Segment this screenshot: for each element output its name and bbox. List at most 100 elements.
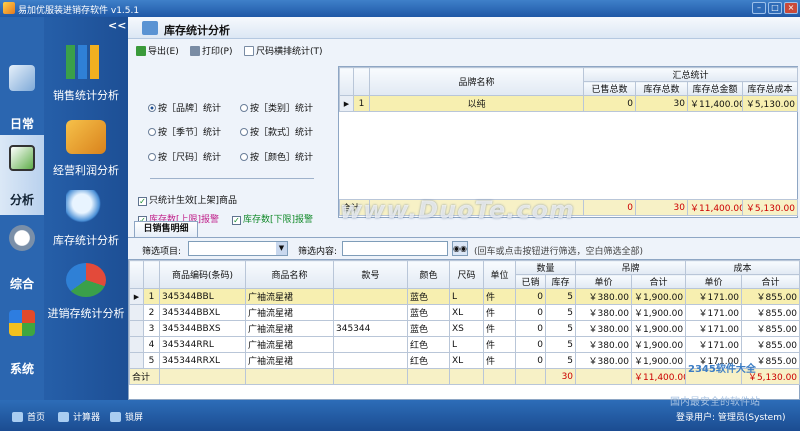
- tag-total-cell[interactable]: ￥1,900.00: [631, 288, 687, 305]
- filter-content-input[interactable]: [342, 241, 448, 256]
- col-cost-total[interactable]: 合计: [741, 274, 800, 289]
- amount-cell[interactable]: ￥11,400.00: [687, 95, 743, 112]
- size-horizontal-stats-button[interactable]: 尺码横排统计(T): [244, 44, 323, 57]
- sold-cell[interactable]: 0: [515, 304, 546, 321]
- tag-unit-cell[interactable]: ￥380.00: [575, 288, 633, 305]
- cost-unit-cell[interactable]: ￥171.00: [685, 336, 743, 353]
- menu-sales-analysis[interactable]: 销售统计分析: [44, 37, 128, 117]
- brand-cell[interactable]: 以纯: [369, 95, 584, 112]
- style-cell[interactable]: [333, 304, 408, 321]
- cost-total-cell[interactable]: ￥855.00: [741, 320, 800, 337]
- size-cell[interactable]: L: [449, 336, 484, 353]
- radio-by-style[interactable]: 按［款式］统计: [240, 125, 313, 138]
- collapse-sidebar-button[interactable]: <<: [108, 19, 126, 33]
- col-tag-total[interactable]: 合计: [631, 274, 687, 289]
- col-stock-amount[interactable]: 库存总金额: [687, 81, 743, 96]
- size-cell[interactable]: L: [449, 288, 484, 305]
- col-style[interactable]: 款号: [333, 260, 408, 289]
- cost-cell[interactable]: ￥5,130.00: [741, 95, 799, 112]
- code-cell[interactable]: 345344RRXL: [159, 352, 246, 369]
- code-cell[interactable]: 345344BBXL: [159, 304, 246, 321]
- table-row[interactable]: ▶ 1 345344BBL 广袖流星裙 蓝色 L 件 0 5 ￥380.00 ￥1,900.00 ￥1…: [129, 288, 800, 305]
- col-cost-unit[interactable]: 单价: [685, 274, 743, 289]
- nav-tab-daily[interactable]: 日常: [0, 55, 44, 135]
- code-cell[interactable]: 345344RRL: [159, 336, 246, 353]
- stock-cell[interactable]: 5: [544, 320, 577, 337]
- tag-total-cell[interactable]: ￥1,900.00: [631, 352, 687, 369]
- col-brand[interactable]: 品牌名称: [369, 67, 584, 96]
- lower-limit-alert-checkbox[interactable]: ✓ 库存数[下限]报警: [232, 212, 313, 225]
- chevron-down-icon[interactable]: ▼: [276, 242, 287, 255]
- unit-cell[interactable]: 件: [483, 336, 516, 353]
- table-row[interactable]: 2 345344BBXL 广袖流星裙 蓝色 XL 件 0 5 ￥380.00 ￥1,900.00 ￥…: [129, 304, 800, 321]
- only-on-shelf-checkbox[interactable]: ✓ 只统计生效[上架]商品: [138, 193, 237, 206]
- stock-cell[interactable]: 5: [544, 304, 577, 321]
- radio-by-brand[interactable]: 按［品牌］统计: [148, 101, 221, 114]
- code-cell[interactable]: 345344BBXS: [159, 320, 246, 337]
- filter-search-button[interactable]: ◉◉: [452, 241, 468, 256]
- unit-cell[interactable]: 件: [483, 288, 516, 305]
- color-cell[interactable]: 红色: [407, 352, 450, 369]
- color-cell[interactable]: 蓝色: [407, 288, 450, 305]
- tag-total-cell[interactable]: ￥1,900.00: [631, 320, 687, 337]
- col-code[interactable]: 商品编码(条码): [159, 260, 246, 289]
- col-sold[interactable]: 已销: [515, 274, 546, 289]
- style-cell[interactable]: [333, 352, 408, 369]
- tag-unit-cell[interactable]: ￥380.00: [575, 304, 633, 321]
- tag-unit-cell[interactable]: ￥380.00: [575, 336, 633, 353]
- style-cell[interactable]: 345344: [333, 320, 408, 337]
- col-color[interactable]: 颜色: [407, 260, 450, 289]
- color-cell[interactable]: 蓝色: [407, 304, 450, 321]
- table-row[interactable]: 4 345344RRL 广袖流星裙 红色 L 件 0 5 ￥380.00 ￥1,900.00 ￥17…: [129, 336, 800, 353]
- unit-cell[interactable]: 件: [483, 352, 516, 369]
- tab-daily-sales-detail[interactable]: 日销售明细: [134, 221, 198, 237]
- size-cell[interactable]: XL: [449, 352, 484, 369]
- radio-by-season[interactable]: 按［季节］统计: [148, 125, 221, 138]
- filter-item-select[interactable]: ▼: [188, 241, 288, 256]
- col-stock-total[interactable]: 库存总数: [635, 81, 688, 96]
- tag-unit-cell[interactable]: ￥380.00: [575, 352, 633, 369]
- sold-cell[interactable]: 0: [515, 288, 546, 305]
- sold-cell[interactable]: 0: [583, 95, 636, 112]
- unit-cell[interactable]: 件: [483, 320, 516, 337]
- unit-cell[interactable]: 件: [483, 304, 516, 321]
- menu-stock-analysis[interactable]: 库存统计分析: [44, 182, 128, 262]
- sold-cell[interactable]: 0: [515, 320, 546, 337]
- col-tag-unit[interactable]: 单价: [575, 274, 633, 289]
- nav-tab-general[interactable]: 综合: [0, 215, 44, 295]
- nav-tab-system[interactable]: 系统: [0, 300, 44, 380]
- sold-cell[interactable]: 0: [515, 336, 546, 353]
- col-sold-total[interactable]: 已售总数: [583, 81, 636, 96]
- minimize-button[interactable]: –: [752, 2, 766, 14]
- radio-by-size[interactable]: 按［尺码］统计: [148, 150, 221, 163]
- menu-inventory-flow-analysis[interactable]: 进销存统计分析: [44, 255, 128, 335]
- col-stock[interactable]: 库存: [544, 274, 577, 289]
- size-cell[interactable]: XS: [449, 320, 484, 337]
- col-unit[interactable]: 单位: [483, 260, 516, 289]
- close-button[interactable]: ×: [784, 2, 798, 14]
- cost-total-cell[interactable]: ￥855.00: [741, 304, 800, 321]
- home-button[interactable]: 首页: [12, 410, 45, 423]
- print-button[interactable]: 打印(P): [190, 44, 232, 57]
- name-cell[interactable]: 广袖流星裙: [245, 320, 334, 337]
- maximize-button[interactable]: □: [768, 2, 782, 14]
- name-cell[interactable]: 广袖流星裙: [245, 288, 334, 305]
- tag-total-cell[interactable]: ￥1,900.00: [631, 304, 687, 321]
- radio-by-category[interactable]: 按［类别］统计: [240, 101, 313, 114]
- code-cell[interactable]: 345344BBL: [159, 288, 246, 305]
- cost-total-cell[interactable]: ￥855.00: [741, 336, 800, 353]
- name-cell[interactable]: 广袖流星裙: [245, 352, 334, 369]
- col-size[interactable]: 尺码: [449, 260, 484, 289]
- table-row[interactable]: ▶ 1 以纯 0 30 ￥11,400.00 ￥5,130.00: [339, 95, 799, 112]
- calculator-button[interactable]: 计算器: [58, 410, 100, 423]
- radio-by-color[interactable]: 按［颜色］统计: [240, 150, 313, 163]
- lock-screen-button[interactable]: 锁屏: [110, 410, 143, 423]
- menu-profit-analysis[interactable]: 经营利润分析: [44, 112, 128, 192]
- style-cell[interactable]: [333, 288, 408, 305]
- cost-unit-cell[interactable]: ￥171.00: [685, 288, 743, 305]
- name-cell[interactable]: 广袖流星裙: [245, 304, 334, 321]
- color-cell[interactable]: 蓝色: [407, 320, 450, 337]
- style-cell[interactable]: [333, 336, 408, 353]
- stock-cell[interactable]: 30: [635, 95, 688, 112]
- tag-unit-cell[interactable]: ￥380.00: [575, 320, 633, 337]
